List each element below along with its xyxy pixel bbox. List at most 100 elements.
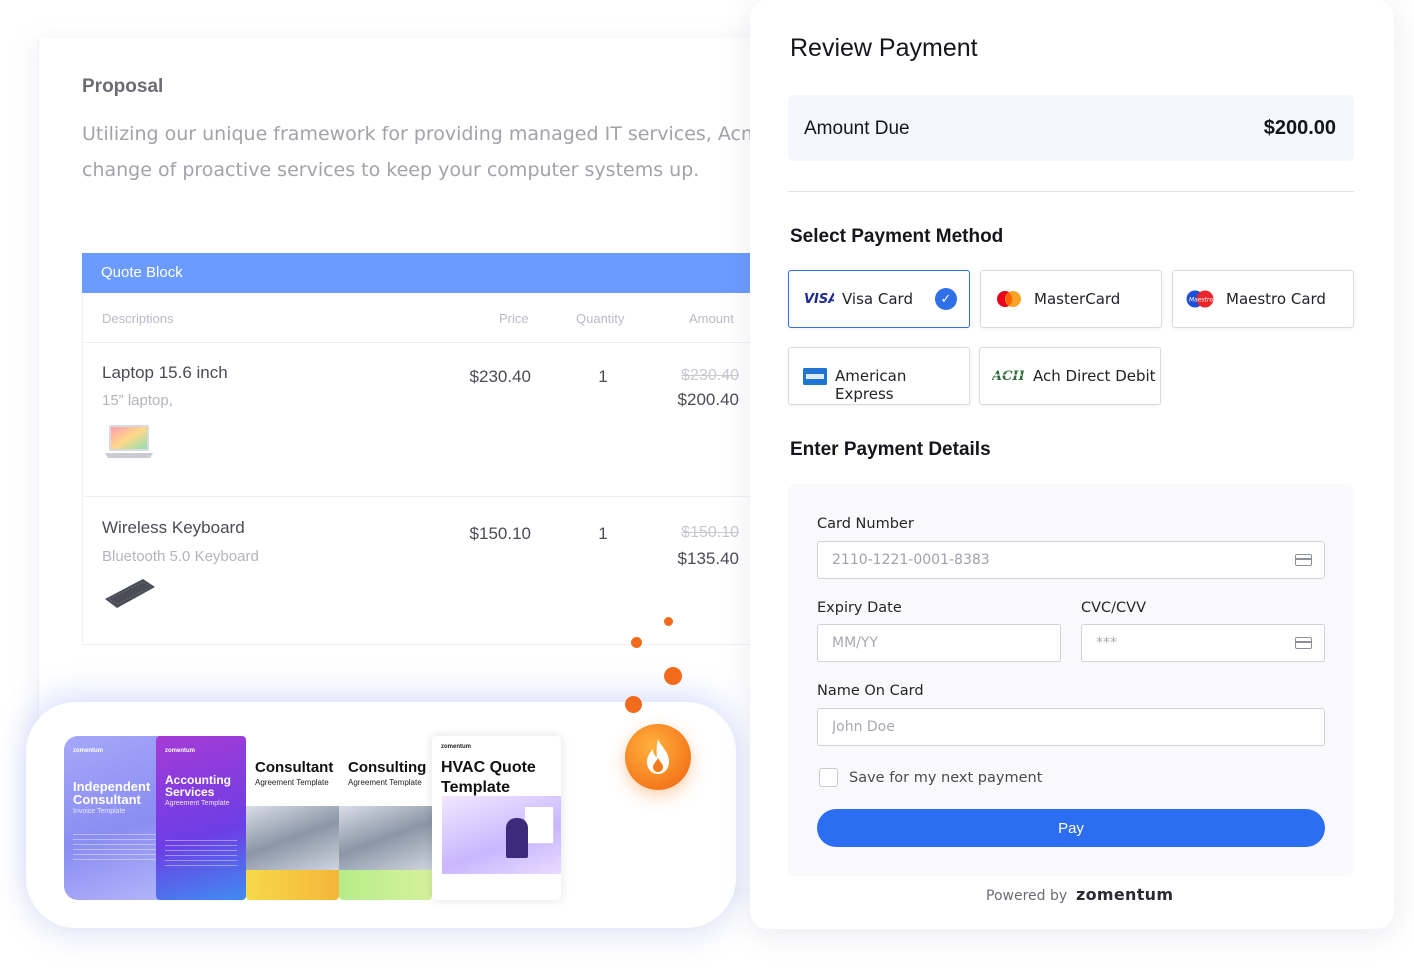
templates-showcase-card: zomentum Independent Consultant Invoice …: [26, 702, 736, 928]
item-price: $150.10: [469, 524, 531, 543]
payment-panel: Review Payment Amount Due $200.00 Select…: [750, 0, 1394, 929]
person-illustration: [506, 818, 528, 858]
template-text-lines: [165, 840, 237, 870]
template-logo: zomentum: [73, 748, 103, 754]
enter-payment-details-heading: Enter Payment Details: [790, 439, 991, 460]
template-title-line: HVAC Quote: [441, 759, 536, 776]
keyboard-image: [103, 575, 157, 611]
payment-method-label: Maestro Card: [1226, 290, 1326, 308]
template-title: Consulting: [348, 759, 427, 776]
payment-method-label: MasterCard: [1034, 290, 1121, 308]
item-quantity: 1: [598, 524, 608, 543]
item-name: Wireless Keyboard: [102, 518, 245, 537]
save-payment-checkbox[interactable]: [819, 768, 838, 787]
selected-check-icon: ✓: [935, 288, 957, 310]
decorative-dot: [664, 617, 673, 626]
select-payment-method-heading: Select Payment Method: [790, 226, 1004, 247]
amount-due-label: Amount Due: [804, 118, 910, 139]
mastercard-icon: [996, 290, 1022, 313]
template-title-line: Consultant: [73, 792, 141, 807]
decorative-dot: [631, 637, 642, 648]
pay-button[interactable]: Pay: [817, 809, 1325, 847]
expiry-date-input[interactable]: [817, 624, 1061, 662]
payment-method-maestro[interactable]: Maestro Maestro Card: [1172, 270, 1354, 328]
template-title-line: Template: [441, 779, 511, 796]
expiry-date-label: Expiry Date: [817, 600, 902, 616]
template-subtitle: Agreement Template: [165, 800, 230, 807]
template-subtitle: Invoice Template: [73, 808, 126, 815]
template-footer-stripe: [246, 870, 339, 900]
invoice-paper-illustration: [524, 806, 554, 844]
template-photo: [339, 806, 432, 870]
save-payment-label: Save for my next payment: [849, 770, 1043, 786]
template-illustration: [442, 796, 561, 874]
ach-icon: ACH: [990, 368, 1025, 387]
item-name: Laptop 15.6 inch: [102, 363, 228, 382]
credit-card-icon: [1295, 637, 1312, 649]
flame-icon: [625, 724, 691, 790]
proposal-body-line: Utilizing our unique framework for provi…: [82, 123, 768, 145]
decorative-dot: [664, 667, 682, 685]
payment-method-mastercard[interactable]: MasterCard: [980, 270, 1162, 328]
column-header-descriptions: Descriptions: [102, 311, 174, 326]
template-logo: zomentum: [165, 748, 195, 754]
card-number-label: Card Number: [817, 516, 914, 532]
zomentum-logo: zomentum: [1076, 885, 1174, 904]
amount-due-box: Amount Due $200.00: [788, 95, 1354, 161]
table-row: Laptop 15.6 inch 15” laptop, $230.40 1 $…: [83, 343, 768, 497]
quote-table: Descriptions Price Quantity Amount Lapto…: [82, 293, 768, 645]
proposal-body: Utilizing our unique framework for provi…: [82, 116, 768, 188]
payment-method-ach[interactable]: ACH Ach Direct Debit: [979, 347, 1161, 405]
cvc-label: CVC/CVV: [1081, 600, 1147, 616]
payment-title: Review Payment: [790, 34, 978, 62]
visa-icon: VISA: [804, 291, 838, 310]
amount-due-value: $200.00: [1263, 117, 1336, 139]
divider: [788, 191, 1354, 192]
item-description: 15” laptop,: [102, 392, 173, 409]
template-logo: zomentum: [441, 744, 471, 750]
decorative-dot: [625, 696, 642, 713]
template-title: HVAC Quote Template: [441, 758, 536, 798]
column-header-quantity: Quantity: [576, 311, 625, 326]
powered-by-label: Powered by: [986, 888, 1068, 904]
item-amount: $135.40: [677, 549, 739, 568]
template-title: Consultant: [255, 759, 334, 776]
payment-method-label: Ach Direct Debit: [1033, 367, 1156, 385]
column-header-price: Price: [499, 311, 529, 326]
cvc-input[interactable]: [1081, 624, 1325, 662]
template-subtitle: Agreement Template: [255, 778, 329, 787]
item-description: Bluetooth 5.0 Keyboard: [102, 548, 259, 565]
payment-details-form: Card Number Expiry Date CVC/CVV Name On …: [788, 484, 1354, 876]
template-subtitle: Agreement Template: [348, 778, 422, 787]
template-photo: [246, 806, 339, 870]
template-thumbnail-accounting-services[interactable]: zomentum Accounting Services Agreement T…: [156, 736, 246, 900]
template-thumbnail-hvac-quote[interactable]: zomentum HVAC Quote Template: [432, 736, 561, 900]
payment-method-label: Visa Card: [842, 290, 913, 308]
template-title: Independent Consultant: [73, 780, 150, 806]
item-amount: $200.40: [677, 390, 739, 409]
item-original-amount: $230.40: [681, 367, 739, 384]
template-footer-stripe: [339, 870, 432, 900]
proposal-body-line: change of proactive services to keep you…: [82, 159, 700, 181]
item-price: $230.40: [469, 367, 531, 386]
template-thumbnail-consultant-agreement[interactable]: Consultant Agreement Template: [246, 736, 339, 900]
name-on-card-input[interactable]: [817, 708, 1325, 746]
maestro-icon: Maestro: [1185, 290, 1215, 313]
name-on-card-label: Name On Card: [817, 683, 924, 699]
payment-method-label: American Express: [835, 367, 907, 403]
template-thumbnail-consulting-agreement[interactable]: Consulting Agreement Template: [339, 736, 432, 900]
proposal-title: Proposal: [82, 76, 164, 97]
card-number-input[interactable]: [817, 541, 1325, 579]
quote-block-header: Quote Block: [82, 253, 768, 293]
laptop-image: [104, 423, 154, 461]
svg-text:VISA: VISA: [804, 292, 834, 305]
column-header-amount: Amount: [689, 311, 734, 326]
template-title-line: Services: [165, 785, 215, 799]
template-title: Accounting Services: [165, 774, 231, 798]
payment-method-visa[interactable]: VISA Visa Card ✓: [788, 270, 970, 328]
item-original-amount: $150.10: [681, 524, 739, 541]
payment-method-amex[interactable]: American Express: [788, 347, 970, 405]
credit-card-icon: [1295, 554, 1312, 566]
quote-table-header: Descriptions Price Quantity Amount: [83, 293, 768, 343]
item-quantity: 1: [598, 367, 608, 386]
